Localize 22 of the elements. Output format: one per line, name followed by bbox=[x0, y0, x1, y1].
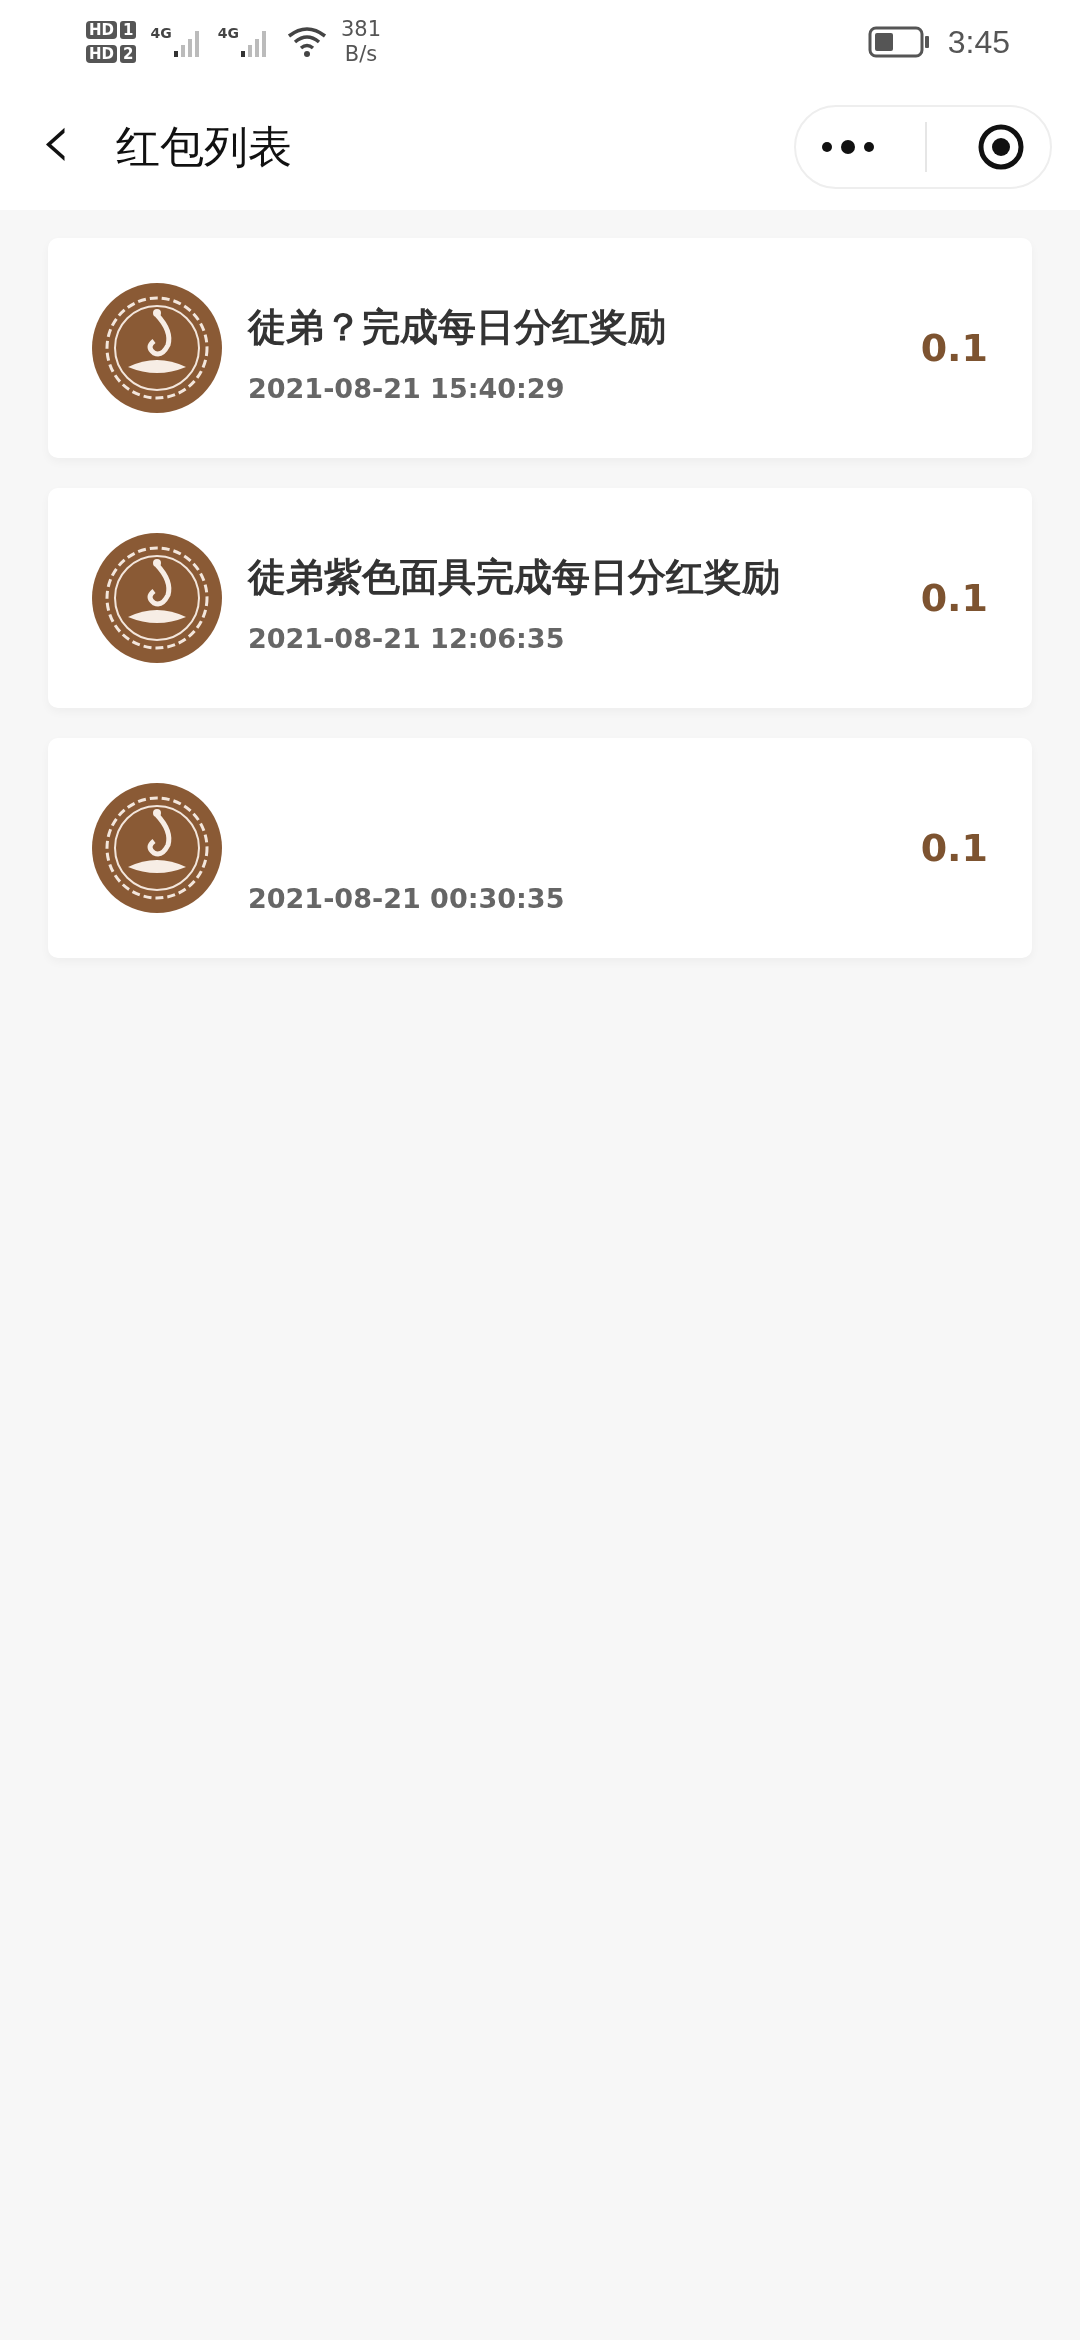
reward-time: 2021-08-21 00:30:35 bbox=[248, 882, 566, 914]
reward-card[interactable]: 徒弟？完成每日分红奖励 2021-08-21 15:40:29 0.1 bbox=[48, 238, 1032, 458]
close-icon[interactable] bbox=[977, 123, 1025, 171]
back-button[interactable]: ‹ bbox=[30, 101, 82, 193]
battery-icon bbox=[867, 26, 930, 58]
reward-amount: 0.1 bbox=[920, 576, 988, 620]
reward-amount: 0.1 bbox=[920, 326, 988, 370]
speed-unit: B/s bbox=[344, 42, 378, 68]
reward-time: 2021-08-21 15:40:29 bbox=[248, 373, 566, 404]
reward-card[interactable]: 2021-08-21 00:30:35 0.1 bbox=[48, 738, 1032, 958]
reward-amount: 0.1 bbox=[920, 826, 988, 870]
speed-value: 381 bbox=[340, 16, 381, 42]
reward-title: 徒弟紫色面具完成每日分红奖励 bbox=[248, 554, 781, 601]
page-title: 红包列表 bbox=[116, 119, 292, 174]
reward-title: 徒弟？完成每日分红奖励 bbox=[248, 304, 667, 351]
more-icon[interactable] bbox=[821, 140, 875, 154]
network-label: 4G bbox=[150, 25, 172, 41]
network-label: 4G bbox=[217, 25, 239, 41]
reward-card[interactable]: 徒弟紫色面具完成每日分红奖励 2021-08-21 12:06:35 0.1 bbox=[48, 488, 1032, 708]
status-time: 3:45 bbox=[947, 23, 1010, 61]
reward-time: 2021-08-21 12:06:35 bbox=[248, 623, 566, 654]
wifi-icon bbox=[286, 26, 327, 58]
